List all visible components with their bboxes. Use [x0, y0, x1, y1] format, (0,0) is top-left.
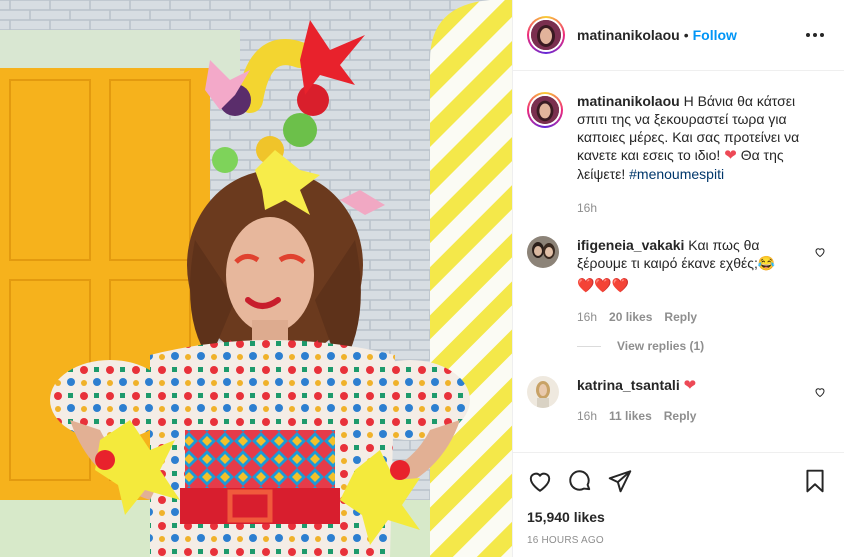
speech-bubble-icon[interactable] [567, 468, 593, 494]
post-actions: 15,940 likes 16 HOURS AGO [513, 452, 844, 546]
commenter-username[interactable]: katrina_tsantali [577, 377, 680, 393]
comment-age[interactable]: 16h [577, 308, 597, 326]
post-photo[interactable] [0, 0, 512, 557]
caption-age[interactable]: 16h [577, 199, 597, 217]
caption-avatar[interactable] [527, 92, 563, 128]
comment-hearts: ❤️❤️❤️ [577, 277, 630, 293]
post-timestamp[interactable]: 16 HOURS AGO [527, 535, 828, 546]
more-dots-icon[interactable] [802, 29, 828, 41]
reply-button[interactable]: Reply [664, 308, 697, 326]
comment-item: ifigeneia_vakaki Και πως θα ξέρουμε τι κ… [527, 236, 828, 326]
caption-username[interactable]: matinanikolaou [577, 93, 680, 109]
replies-divider [577, 345, 601, 347]
comment-like-icon[interactable] [814, 386, 826, 398]
separator-dot: • [683, 27, 689, 43]
comment-like-icon[interactable] [814, 246, 826, 258]
comment-likes[interactable]: 11 likes [609, 407, 652, 425]
comments-section: matinanikolaou Η Βάνια θα κάτσει σπιτι τ… [513, 72, 844, 452]
photo-illustration [0, 0, 512, 557]
comment-age[interactable]: 16h [577, 407, 597, 425]
hashtag-link[interactable]: #menoumespiti [629, 166, 724, 182]
caption-text: matinanikolaou Η Βάνια θα κάτσει σπιτι τ… [577, 92, 813, 183]
commenter-avatar[interactable] [527, 376, 559, 408]
likes-count[interactable]: 15,940 likes [527, 509, 828, 525]
bookmark-icon[interactable] [802, 468, 828, 494]
author-avatar-image [531, 20, 561, 50]
commenter-username[interactable]: ifigeneia_vakaki [577, 237, 684, 253]
comment-text: ❤ [683, 377, 697, 394]
instagram-post-modal: matinanikolaou • Follow matinanikolaou Η… [0, 0, 844, 557]
heart-outline-icon[interactable] [527, 468, 553, 494]
comment-likes[interactable]: 20 likes [609, 308, 652, 326]
commenter-avatar[interactable] [527, 236, 559, 268]
author-username[interactable]: matinanikolaou [577, 27, 680, 43]
author-avatar[interactable] [527, 16, 565, 54]
view-replies-button[interactable]: View replies (1) [577, 339, 704, 353]
caption-comment: matinanikolaou Η Βάνια θα κάτσει σπιτι τ… [527, 92, 828, 217]
caption-heart: ❤ [724, 147, 737, 164]
post-header: matinanikolaou • Follow [513, 0, 844, 71]
follow-button[interactable]: Follow [693, 27, 737, 43]
paper-plane-icon[interactable] [607, 468, 633, 494]
post-panel: matinanikolaou • Follow matinanikolaou Η… [512, 0, 844, 557]
reply-button[interactable]: Reply [664, 407, 697, 425]
comment-item: katrina_tsantali ❤ 16h 11 likes Reply [527, 376, 828, 425]
